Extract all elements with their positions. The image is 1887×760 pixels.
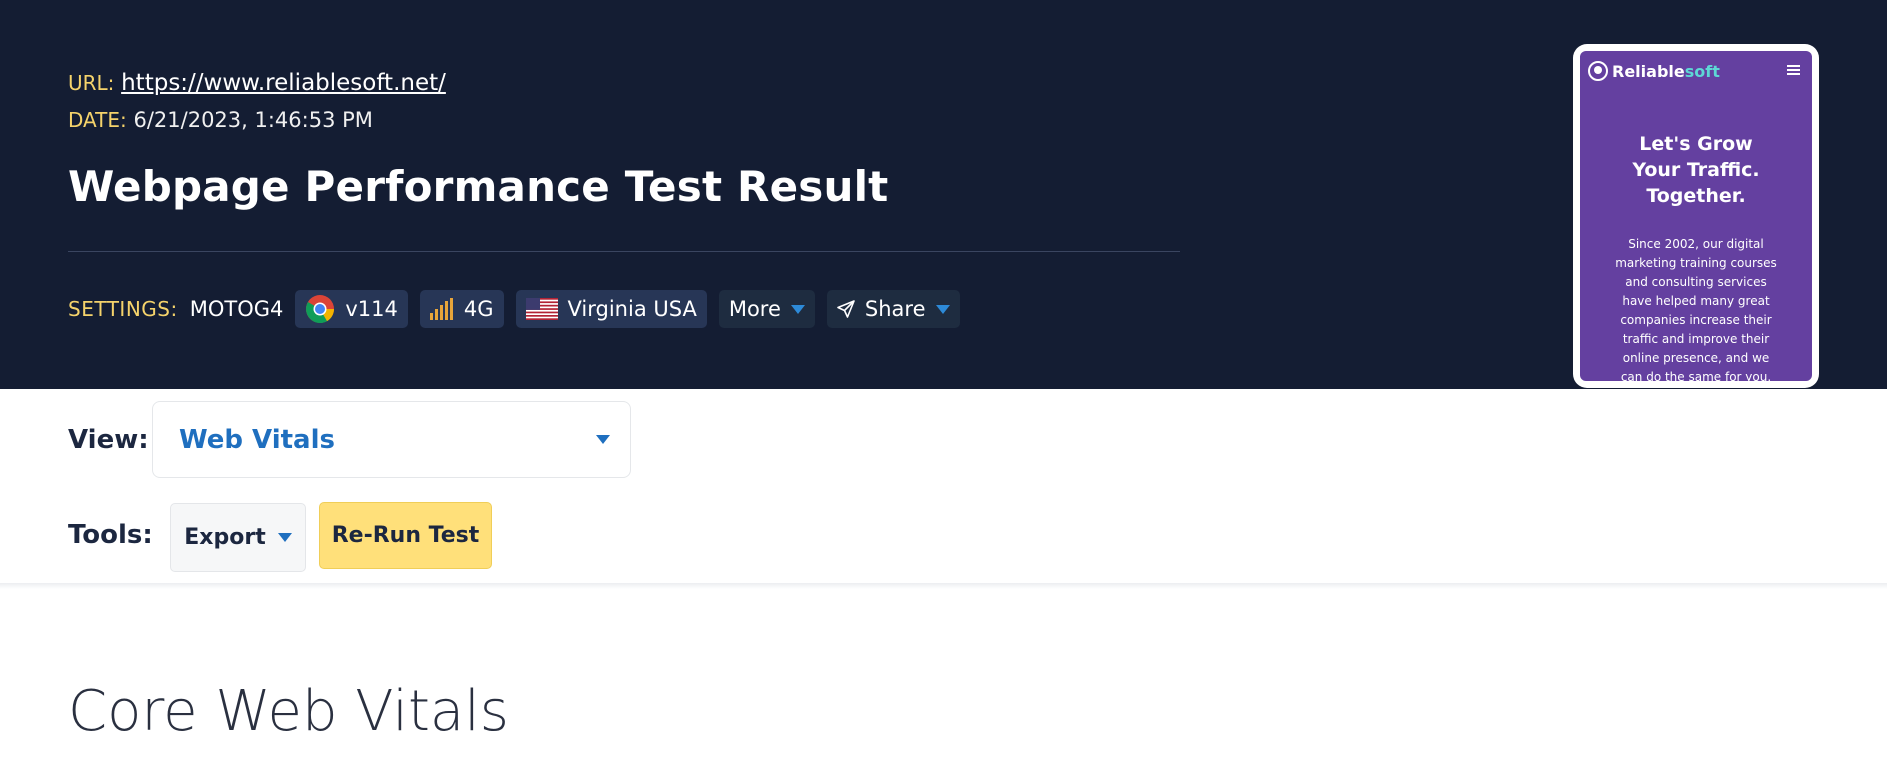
more-label: More bbox=[728, 297, 781, 321]
view-label: View: bbox=[68, 425, 149, 455]
more-dropdown-button[interactable]: More bbox=[718, 290, 815, 328]
body-line: companies increase their bbox=[1620, 313, 1772, 327]
rerun-test-button[interactable]: Re-Run Test bbox=[319, 502, 492, 569]
preview-body-text: Since 2002, our digital marketing traini… bbox=[1594, 235, 1798, 381]
page-screenshot-preview: Reliable soft Let's Grow Your Traffic. To… bbox=[1573, 44, 1819, 388]
export-button[interactable]: Export bbox=[170, 503, 306, 572]
caret-down-icon bbox=[935, 304, 950, 314]
menu-icon bbox=[1787, 65, 1800, 75]
section-title: Core Web Vitals bbox=[68, 679, 509, 744]
caret-down-icon bbox=[596, 435, 610, 444]
settings-bar: SETTINGS: MOTOG4 v114 4G Virginia USA Mo… bbox=[68, 290, 960, 328]
chrome-icon bbox=[305, 294, 335, 324]
test-location: Virginia USA bbox=[567, 297, 697, 321]
share-dropdown-button[interactable]: Share bbox=[826, 290, 960, 328]
test-result-header: URL: https://www.reliablesoft.net/ DATE:… bbox=[0, 0, 1887, 389]
view-select[interactable]: Web Vitals bbox=[152, 401, 631, 478]
toolbar-shadow bbox=[0, 583, 1887, 589]
caret-down-icon bbox=[790, 304, 805, 314]
tools-label: Tools: bbox=[68, 520, 153, 550]
location-chip: Virginia USA bbox=[515, 290, 707, 328]
headline-line: Your Traffic. bbox=[1632, 159, 1760, 181]
signal-bars-icon bbox=[429, 298, 454, 320]
connection-chip: 4G bbox=[419, 290, 504, 328]
tested-url-link[interactable]: https://www.reliablesoft.net/ bbox=[121, 70, 446, 96]
preview-headline: Let's Grow Your Traffic. Together. bbox=[1580, 131, 1812, 209]
logo-icon bbox=[1588, 61, 1608, 81]
url-label: URL: bbox=[68, 71, 115, 95]
body-line: have helped many great bbox=[1622, 294, 1770, 308]
date-value: 6/21/2023, 1:46:53 PM bbox=[133, 108, 373, 132]
connection-type: 4G bbox=[463, 297, 494, 321]
headline-line: Let's Grow bbox=[1639, 133, 1753, 155]
paper-plane-icon bbox=[837, 300, 855, 318]
page-title: Webpage Performance Test Result bbox=[68, 162, 889, 211]
date-row: DATE: 6/21/2023, 1:46:53 PM bbox=[68, 108, 373, 132]
reliablesoft-logo: Reliable soft bbox=[1588, 61, 1720, 81]
preview-screen: Reliable soft Let's Grow Your Traffic. To… bbox=[1580, 51, 1812, 381]
view-selected-value: Web Vitals bbox=[179, 425, 335, 455]
body-line: traffic and improve their bbox=[1622, 332, 1770, 346]
us-flag-icon bbox=[525, 298, 558, 320]
body-line: marketing training courses bbox=[1615, 256, 1777, 270]
body-line: online presence, and we bbox=[1622, 351, 1770, 365]
share-label: Share bbox=[864, 297, 926, 321]
logo-text-accent: soft bbox=[1684, 61, 1720, 81]
headline-line: Together. bbox=[1646, 185, 1746, 207]
browser-chip: v114 bbox=[295, 290, 408, 328]
export-label: Export bbox=[184, 525, 266, 550]
body-line: and consulting services bbox=[1625, 275, 1767, 289]
rerun-label: Re-Run Test bbox=[331, 523, 480, 548]
device-name: MOTOG4 bbox=[189, 297, 284, 321]
body-line: can do the same for you. bbox=[1620, 370, 1772, 381]
caret-down-icon bbox=[277, 533, 292, 542]
browser-version: v114 bbox=[345, 297, 398, 321]
body-line: Since 2002, our digital bbox=[1628, 237, 1764, 251]
header-divider bbox=[68, 251, 1180, 252]
date-label: DATE: bbox=[68, 108, 127, 132]
settings-label: SETTINGS: bbox=[68, 297, 178, 321]
url-row: URL: https://www.reliablesoft.net/ bbox=[68, 70, 446, 96]
logo-text-main: Reliable bbox=[1612, 61, 1685, 81]
